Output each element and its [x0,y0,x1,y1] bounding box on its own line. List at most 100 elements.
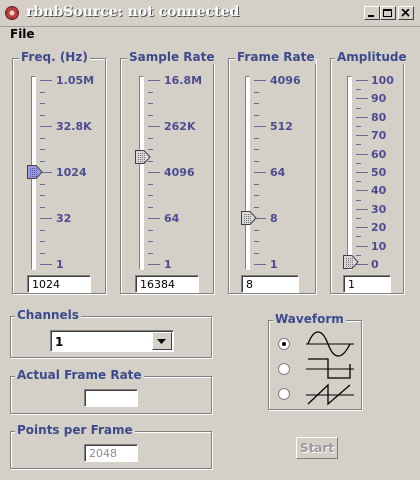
start-button[interactable]: Start [296,437,338,459]
slider-tick [40,230,45,231]
slider-tick [356,236,361,237]
amplitude-group: Amplitude 1 [330,50,409,294]
slider-tick [40,149,45,150]
menu-file[interactable]: File [10,27,35,41]
sample-rate-label: Sample Rate [127,50,217,64]
points-per-frame-label: Points per Frame [15,423,135,437]
slider-tick-label: 1024 [56,166,87,179]
app-icon [5,6,19,20]
slider-tick-label: 0 [371,258,379,271]
sine-wave-icon [306,331,354,357]
slider-tick [356,190,368,191]
slider-tick [40,92,45,93]
slider-tick-label: 60 [371,148,387,161]
slider-tick [356,154,368,155]
slider-tick [148,264,160,265]
maximize-icon [383,9,392,17]
sawtooth-wave-icon [306,383,354,406]
radio-selected-dot [282,342,286,346]
amplitude-field[interactable]: 1 [343,275,391,293]
slider-tick [148,126,160,127]
amplitude-label: Amplitude [335,50,409,64]
sample-rate-field[interactable]: 16384 [135,275,199,293]
square-wave-icon [306,358,354,379]
slider-tick [148,80,160,81]
slider-tick [254,92,259,93]
slider-tick-label: 40 [371,184,387,197]
slider-thumb[interactable] [135,150,151,164]
slider-tick-label: 4096 [270,74,301,87]
slider-tick-label: 1 [56,258,64,271]
slider-tick [148,253,153,254]
slider-tick-label: 262K [164,120,196,133]
waveform-radio-sine[interactable] [278,338,290,350]
channels-combo[interactable]: 1 [50,330,174,352]
slider-tick [254,161,259,162]
slider-thumb[interactable] [343,255,359,269]
waveform-radio-square[interactable] [278,363,290,375]
slider-tick [40,115,45,116]
slider-tick [356,246,368,247]
slider-tick-label: 1.05M [56,74,95,87]
slider-tick [356,209,368,210]
slider-tick [356,135,368,136]
slider-tick [356,80,368,81]
slider-tick [40,184,45,185]
slider-track[interactable] [139,76,144,270]
close-icon [401,9,410,17]
slider-tick [40,161,45,162]
slider-tick-label: 10 [371,240,387,253]
slider-track[interactable] [347,76,352,270]
actual-frame-rate-label: Actual Frame Rate [15,368,144,382]
close-button[interactable] [398,6,414,20]
chevron-down-icon [157,339,166,344]
waveform-radio-sawtooth[interactable] [278,388,290,400]
slider-tick [148,115,153,116]
slider-tick [254,207,259,208]
slider-tick [148,218,160,219]
slider-tick [40,195,45,196]
slider-tick-label: 50 [371,166,387,179]
slider-tick [356,98,368,99]
slider-tick [254,241,259,242]
slider-tick-label: 32.8K [56,120,92,133]
freq-field[interactable]: 1024 [27,275,91,293]
slider-tick [40,253,45,254]
slider-tick [40,126,52,127]
slider-thumb[interactable] [241,211,257,225]
minimize-button[interactable] [364,6,380,20]
actual-frame-rate-field [84,389,138,407]
title-bar: rbnbSource: not connected [0,0,420,27]
waveform-label: Waveform [273,312,346,326]
slider-tick [40,80,52,81]
slider-tick [254,103,259,104]
slider-tick [254,172,266,173]
channels-dropdown-button[interactable] [152,332,172,350]
slider-tick [148,207,153,208]
slider-tick [148,230,153,231]
slider-track[interactable] [245,76,250,270]
frame-rate-label: Frame Rate [235,50,317,64]
slider-tick [254,195,259,196]
points-per-frame-field: 2048 [84,444,138,462]
slider-tick [148,103,153,104]
channels-selected: 1 [55,335,64,349]
minimize-icon [368,15,374,17]
slider-tick [40,207,45,208]
slider-tick [254,184,259,185]
slider-tick [254,230,259,231]
slider-tick [148,172,160,173]
slider-tick-label: 80 [371,111,387,124]
slider-tick [40,103,45,104]
frame-rate-field[interactable]: 8 [241,275,299,293]
slider-tick [356,144,361,145]
slider-tick-label: 4096 [164,166,195,179]
slider-tick-label: 90 [371,92,387,105]
slider-tick [148,241,153,242]
slider-tick [254,126,266,127]
slider-tick-label: 1 [270,258,278,271]
slider-thumb[interactable] [27,165,43,179]
slider-tick [254,138,259,139]
window-title: rbnbSource: not connected [26,4,240,20]
maximize-button[interactable] [380,6,396,20]
